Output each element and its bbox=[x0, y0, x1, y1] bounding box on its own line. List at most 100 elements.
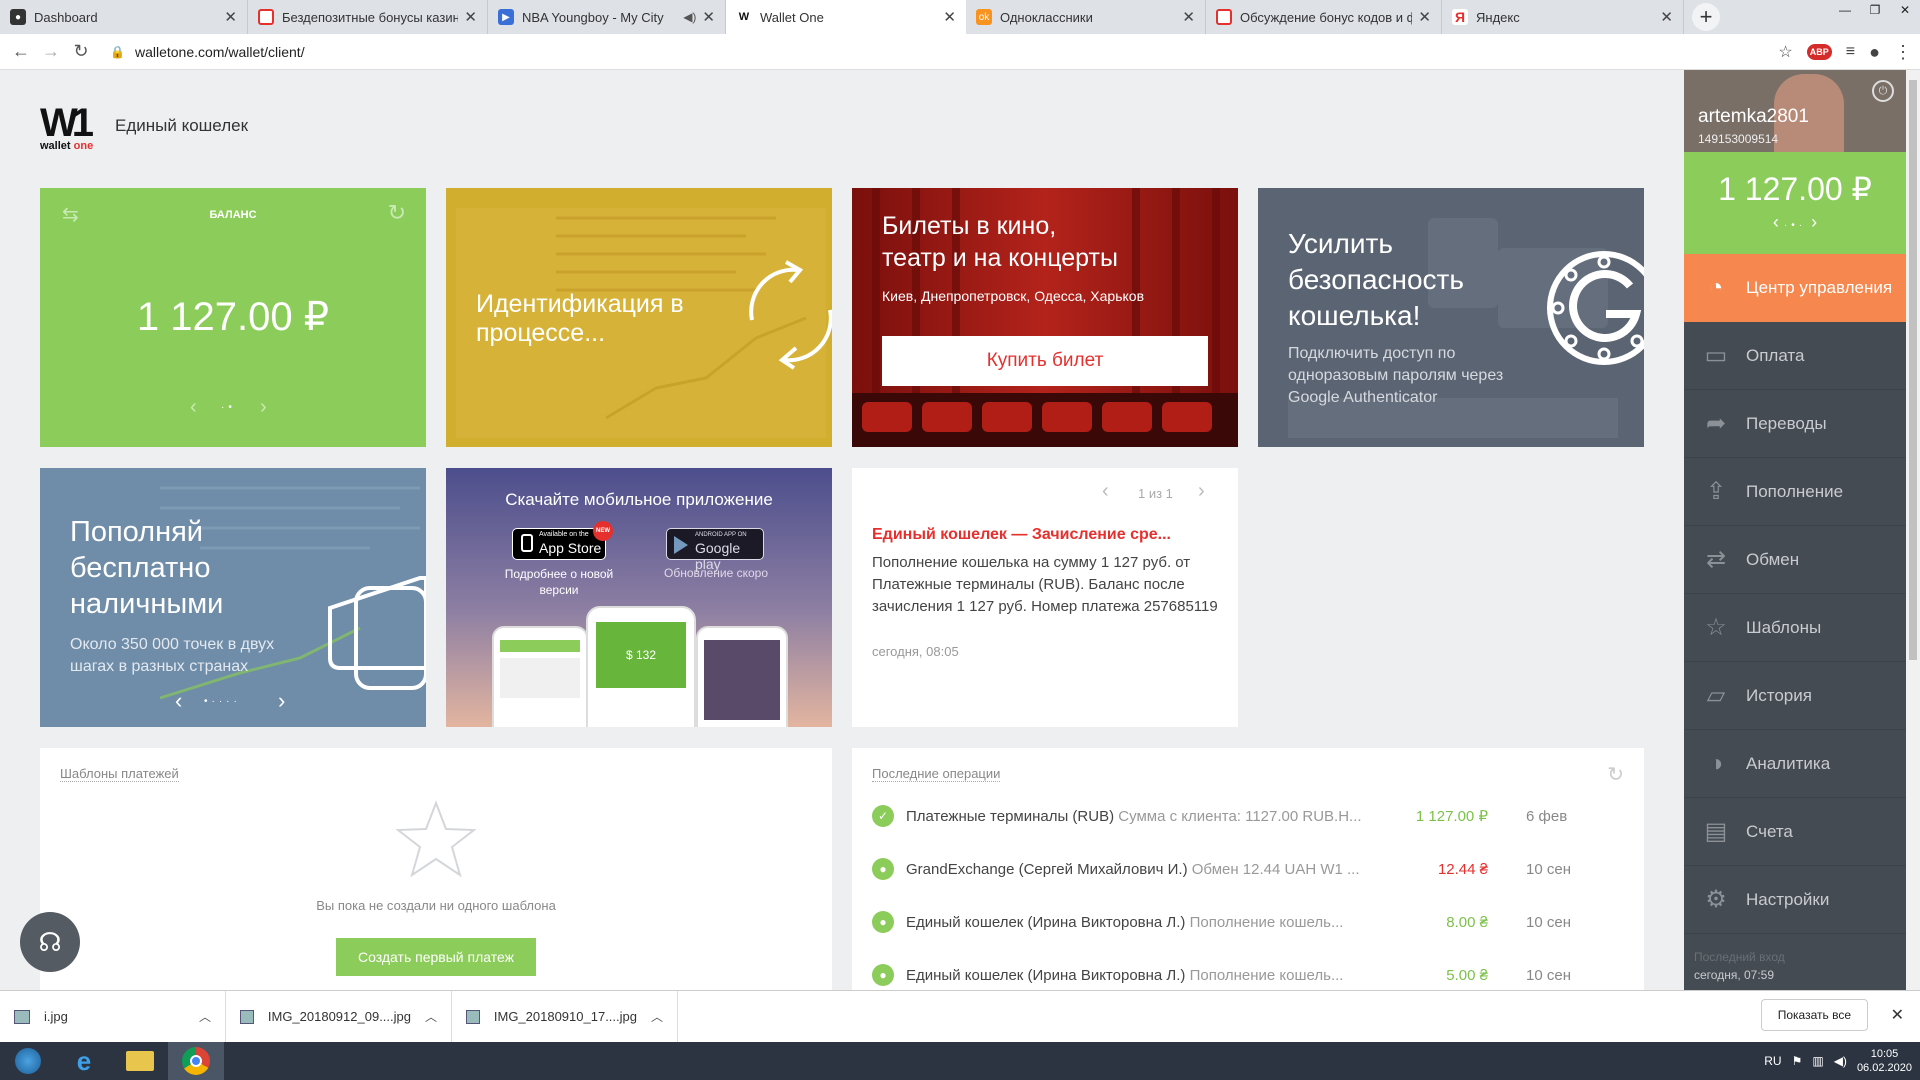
internet-explorer-icon[interactable]: e bbox=[56, 1042, 112, 1080]
tab-odnoklassniki[interactable]: ok Одноклассники ✕ bbox=[966, 0, 1206, 34]
forward-icon[interactable]: → bbox=[36, 41, 66, 62]
clock[interactable]: 10:05 06.02.2020 bbox=[1857, 1047, 1912, 1075]
chevron-right-icon[interactable]: › bbox=[278, 688, 285, 714]
start-button[interactable] bbox=[0, 1042, 56, 1080]
operation-amount: 8.00 ₴ bbox=[1446, 913, 1488, 931]
sidebar-item-templates[interactable]: ☆ Шаблоны bbox=[1684, 594, 1906, 662]
chevron-right-icon[interactable]: › bbox=[1198, 480, 1205, 503]
download-item[interactable]: IMG_20180912_09....jpg ︿ bbox=[226, 990, 452, 1043]
sidebar-balance[interactable]: 1 127.00 ₽ ‹ ·•· › bbox=[1684, 152, 1906, 254]
chevron-up-icon[interactable]: ︿ bbox=[651, 1008, 663, 1025]
profile-header[interactable]: artemka2801 149153009514 ⏻ bbox=[1684, 70, 1906, 152]
network-icon[interactable]: ▥ bbox=[1812, 1054, 1823, 1068]
bookmark-star-icon[interactable]: ☆ bbox=[1778, 42, 1792, 62]
maximize-icon[interactable]: ❐ bbox=[1860, 0, 1890, 20]
cash-topup-tile[interactable]: Пополняй бесплатно наличными Около 350 0… bbox=[40, 468, 426, 727]
tickets-cities: Киев, Днепропетровск, Одесса, Харьков bbox=[882, 288, 1145, 304]
download-item[interactable]: i.jpg ︿ bbox=[0, 990, 226, 1043]
security-tile[interactable]: Усилить безопасность кошелька! Подключит… bbox=[1258, 188, 1644, 447]
media-list-icon[interactable]: ≡ bbox=[1846, 43, 1855, 61]
operation-row[interactable]: ✓ Платежные терминалы (RUB) Сумма с клие… bbox=[872, 805, 1612, 827]
sync-icon bbox=[749, 260, 832, 370]
language-indicator[interactable]: RU bbox=[1764, 1054, 1781, 1068]
close-icon[interactable]: ✕ bbox=[702, 8, 715, 26]
close-icon[interactable]: ✕ bbox=[1418, 8, 1431, 26]
templates-title[interactable]: Шаблоны платежей bbox=[60, 766, 179, 782]
reload-icon[interactable]: ↻ bbox=[66, 41, 96, 62]
sidebar-item-transfers[interactable]: ➦ Переводы bbox=[1684, 390, 1906, 458]
menu-dots-icon[interactable]: ⋮ bbox=[1894, 42, 1912, 63]
chevron-up-icon[interactable]: ︿ bbox=[199, 1008, 211, 1025]
google-play-button[interactable]: ANDROID APP ON Google play bbox=[666, 528, 764, 572]
close-icon[interactable]: ✕ bbox=[1891, 1005, 1904, 1025]
download-item[interactable]: IMG_20180910_17....jpg ︿ bbox=[452, 990, 678, 1043]
power-icon[interactable]: ⏻ bbox=[1872, 80, 1894, 102]
walletone-logo[interactable]: W1 wallet one bbox=[40, 103, 94, 152]
chevron-up-icon[interactable]: ︿ bbox=[425, 1008, 437, 1025]
chrome-taskbar-icon[interactable] bbox=[168, 1042, 224, 1080]
close-icon[interactable]: ✕ bbox=[1182, 8, 1195, 26]
chevron-left-icon[interactable]: ‹ bbox=[1773, 212, 1779, 232]
sidebar-item-exchange[interactable]: ⇄ Обмен bbox=[1684, 526, 1906, 594]
operation-row[interactable]: ● Единый кошелек (Ирина Викторовна Л.) П… bbox=[872, 964, 1612, 986]
tickets-tile[interactable]: Билеты в кино, театр и на концерты Киев,… bbox=[852, 188, 1238, 447]
tab-casino-bonus[interactable]: Бездепозитные бонусы казино ✕ bbox=[248, 0, 488, 34]
topup-icon: ⇪ bbox=[1705, 478, 1727, 505]
buy-ticket-button[interactable]: Купить билет bbox=[882, 336, 1208, 386]
minimize-icon[interactable]: — bbox=[1830, 0, 1860, 20]
tab-bonus-codes[interactable]: Обсуждение бонус кодов и фр ✕ bbox=[1206, 0, 1442, 34]
logo-word: wallet bbox=[40, 140, 71, 152]
yandex-icon: Я bbox=[1452, 9, 1468, 25]
chevron-right-icon[interactable]: › bbox=[1811, 212, 1817, 232]
sidebar-item-history[interactable]: ▱ История bbox=[1684, 662, 1906, 730]
flag-icon[interactable]: ⚑ bbox=[1792, 1054, 1803, 1068]
user-icon: ● bbox=[872, 911, 894, 933]
page-scrollbar[interactable] bbox=[1906, 70, 1920, 990]
refresh-icon[interactable]: ↻ bbox=[1607, 762, 1624, 787]
notice-title[interactable]: Единый кошелек — Зачисление сре... bbox=[872, 526, 1171, 544]
operations-title[interactable]: Последние операции bbox=[872, 766, 1001, 782]
sidebar-item-label: Аналитика bbox=[1746, 753, 1831, 773]
sidebar-item-settings[interactable]: ⚙ Настройки bbox=[1684, 866, 1906, 934]
tab-title: Dashboard bbox=[34, 9, 98, 25]
url-field[interactable]: walletone.com/wallet/client/ bbox=[135, 44, 305, 60]
close-icon[interactable]: ✕ bbox=[464, 8, 477, 26]
close-icon[interactable]: ✕ bbox=[1660, 8, 1673, 26]
sidebar-item-dashboard[interactable]: ◔ Центр управления bbox=[1684, 254, 1906, 322]
tab-dashboard[interactable]: ● Dashboard ✕ bbox=[0, 0, 248, 34]
chevron-left-icon[interactable]: ‹ bbox=[1102, 480, 1109, 503]
close-icon[interactable]: ✕ bbox=[224, 8, 237, 26]
chevron-right-icon[interactable]: › bbox=[260, 396, 267, 419]
chevron-left-icon[interactable]: ‹ bbox=[175, 688, 182, 714]
show-all-downloads-button[interactable]: Показать все bbox=[1760, 999, 1868, 1031]
sidebar-item-analytics[interactable]: ◑ Аналитика bbox=[1684, 730, 1906, 798]
tab-youtube[interactable]: ▶ NBA Youngboy - My City ◀) ✕ bbox=[488, 0, 726, 34]
tab-wallet-one[interactable]: W Wallet One ✕ bbox=[726, 0, 966, 34]
new-tab-button[interactable]: + bbox=[1692, 3, 1720, 31]
close-window-icon[interactable]: ✕ bbox=[1890, 0, 1920, 20]
create-first-payment-button[interactable]: Создать первый платеж bbox=[336, 938, 536, 976]
identification-tile[interactable]: Идентификация в процессе... bbox=[446, 188, 832, 447]
file-explorer-icon[interactable] bbox=[112, 1042, 168, 1080]
balance-tile[interactable]: ⇆ ↻ БАЛАНС 1 127.00 ₽ ‹ ·• › bbox=[40, 188, 426, 447]
sidebar-item-accounts[interactable]: ▤ Счета bbox=[1684, 798, 1906, 866]
adblock-icon[interactable]: ABP bbox=[1806, 44, 1832, 60]
lock-icon[interactable]: 🔒 bbox=[110, 45, 125, 59]
operation-row[interactable]: ● Единый кошелек (Ирина Викторовна Л.) П… bbox=[872, 911, 1612, 933]
volume-icon[interactable]: ◀) bbox=[1834, 1054, 1847, 1068]
tickets-title-line: театр и на концерты bbox=[882, 244, 1118, 272]
sidebar-item-payment[interactable]: ▭ Оплата bbox=[1684, 322, 1906, 390]
support-headset-button[interactable]: ☊ bbox=[20, 912, 80, 972]
sidebar-item-topup[interactable]: ⇪ Пополнение bbox=[1684, 458, 1906, 526]
speaker-icon[interactable]: ◀) bbox=[683, 10, 696, 24]
account-icon[interactable]: ● bbox=[1869, 42, 1880, 63]
close-icon[interactable]: ✕ bbox=[943, 8, 956, 26]
chevron-left-icon[interactable]: ‹ bbox=[190, 396, 197, 419]
payment-icon: ▭ bbox=[1704, 342, 1728, 369]
back-icon[interactable]: ← bbox=[6, 41, 36, 62]
tab-yandex[interactable]: Я Яндекс ✕ bbox=[1442, 0, 1684, 34]
scrollbar-thumb[interactable] bbox=[1909, 80, 1917, 660]
app-store-button[interactable]: Available on the App Store NEW bbox=[512, 521, 613, 560]
sidebar-item-label: Оплата bbox=[1746, 345, 1805, 365]
operation-row[interactable]: ● GrandExchange (Сергей Михайлович И.) О… bbox=[872, 858, 1612, 880]
